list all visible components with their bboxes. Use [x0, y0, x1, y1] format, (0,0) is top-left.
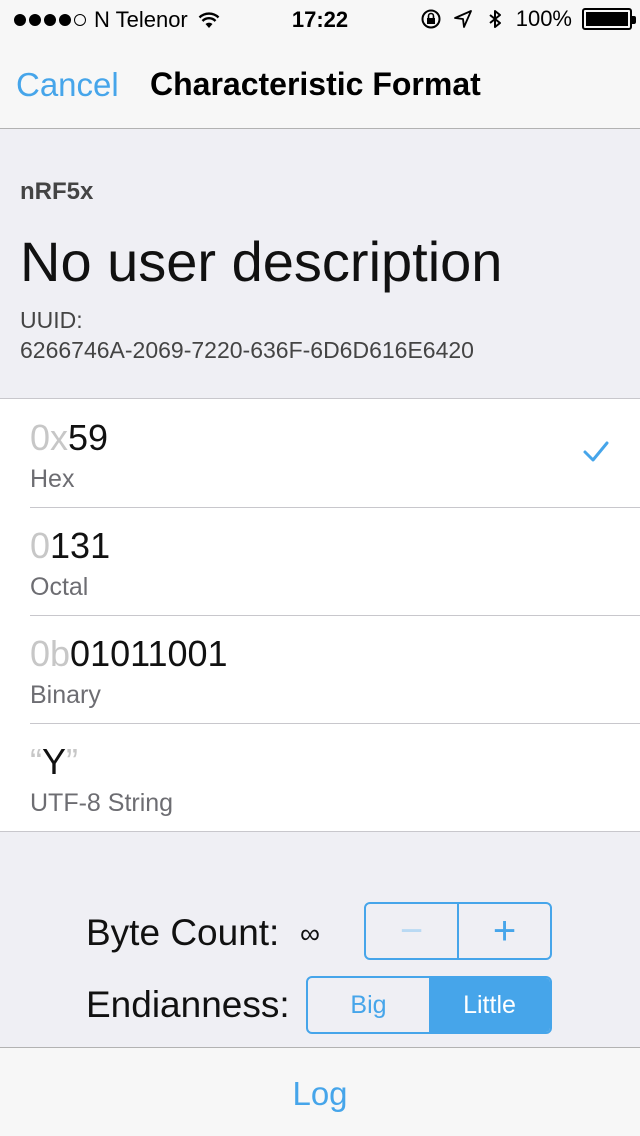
- value-prefix: 0b: [30, 633, 71, 674]
- value-prefix: 0: [30, 525, 51, 566]
- format-row-binary[interactable]: 0b01011001 Binary: [0, 615, 640, 723]
- format-value: 0131: [30, 525, 110, 567]
- format-label: Octal: [30, 573, 89, 601]
- value-text: 59: [68, 417, 109, 458]
- increment-button[interactable]: +: [457, 904, 550, 958]
- decrement-button[interactable]: −: [366, 904, 457, 958]
- value-prefix: “: [30, 741, 42, 782]
- signal-strength-icon: [14, 14, 86, 26]
- battery-percentage: 100%: [515, 6, 572, 31]
- endianness-label: Endianness:: [86, 984, 290, 1025]
- format-controls: Byte Count: ∞ − + Endianness: Big Little: [0, 830, 640, 1046]
- status-left: N Telenor: [14, 7, 220, 33]
- status-right: 100%: [420, 6, 636, 32]
- characteristic-header: nRF5x No user description UUID: 6266746A…: [0, 129, 640, 398]
- format-row-hex[interactable]: 0x59 Hex: [0, 399, 640, 507]
- value-text: Y: [42, 741, 67, 782]
- endianness-segmented-control: Big Little: [306, 976, 552, 1034]
- format-label: Binary: [30, 681, 101, 709]
- battery-icon: [582, 8, 636, 30]
- navigation-bar: Cancel Characteristic Format: [0, 40, 640, 129]
- format-label: Hex: [30, 465, 75, 493]
- byte-count-stepper: − +: [364, 902, 552, 960]
- uuid-label: UUID:: [20, 307, 83, 333]
- wifi-icon: [198, 12, 220, 28]
- value-prefix: 0x: [30, 417, 69, 458]
- device-name: nRF5x: [20, 178, 94, 205]
- format-value: 0x59: [30, 417, 108, 459]
- format-row-octal[interactable]: 0131 Octal: [0, 507, 640, 615]
- format-label: UTF-8 String: [30, 789, 174, 817]
- carrier-name: N Telenor: [94, 7, 188, 32]
- bottom-toolbar: Log: [0, 1047, 640, 1136]
- uuid-value: 6266746A-2069-7220-636F-6D6D616E6420: [20, 337, 474, 363]
- format-list: 0x59 Hex 0131 Octal 0b01011001 Binary “Y…: [0, 398, 640, 832]
- log-button[interactable]: Log: [0, 1075, 640, 1113]
- status-bar: N Telenor 17:22 100%: [0, 0, 640, 40]
- value-text: 131: [50, 525, 111, 566]
- checkmark-icon: [583, 441, 609, 462]
- format-row-utf8-string[interactable]: “Y” UTF-8 String: [0, 723, 640, 831]
- value-text: 01011001: [70, 633, 228, 674]
- location-arrow-icon: [453, 10, 472, 28]
- page-title: Characteristic Format: [150, 66, 481, 102]
- value-suffix: ”: [66, 741, 79, 782]
- format-value: 0b01011001: [30, 633, 228, 675]
- endianness-big-option[interactable]: Big: [308, 978, 429, 1032]
- bluetooth-icon: [489, 10, 501, 28]
- byte-count-value: ∞: [300, 918, 320, 949]
- byte-count-label: Byte Count:: [86, 912, 280, 953]
- rotation-lock-icon: [421, 9, 441, 29]
- endianness-little-option[interactable]: Little: [429, 978, 550, 1032]
- cancel-button[interactable]: Cancel: [16, 66, 119, 104]
- format-value: “Y”: [30, 741, 78, 783]
- characteristic-description: No user description: [20, 230, 503, 293]
